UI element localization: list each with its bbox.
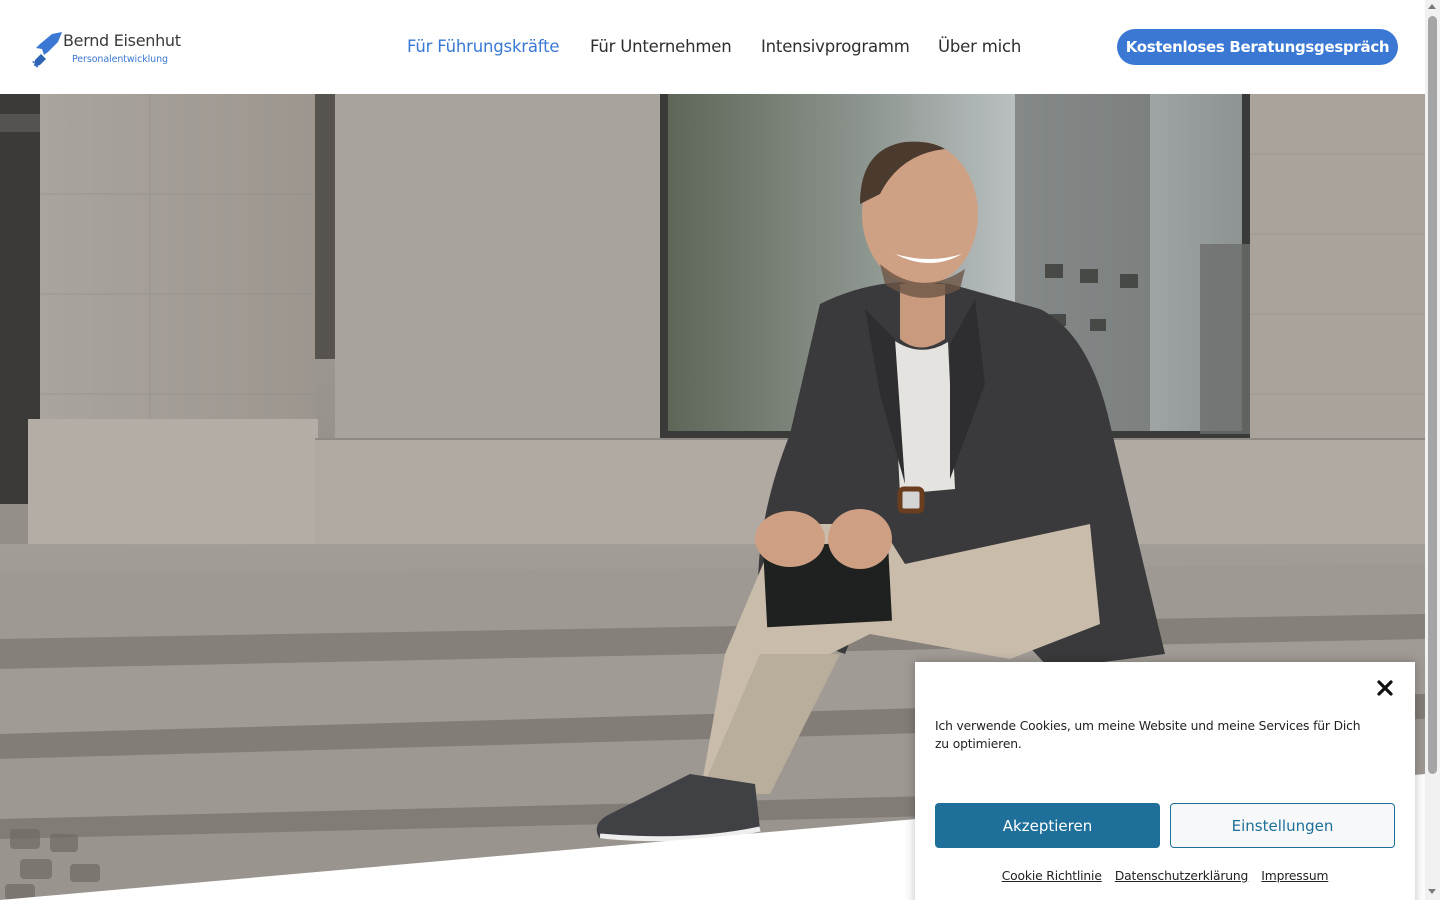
cookie-policy-link[interactable]: Cookie Richtlinie [1002, 869, 1102, 883]
cookie-settings-button[interactable]: Einstellungen [1170, 803, 1395, 848]
scroll-up-arrow-icon[interactable] [1428, 4, 1436, 9]
privacy-policy-link[interactable]: Datenschutzerklärung [1115, 869, 1249, 883]
nav-item-fuer-unternehmen[interactable]: Für Unternehmen [590, 37, 732, 56]
accept-cookies-button[interactable]: Akzeptieren [935, 803, 1160, 848]
close-icon[interactable] [1376, 679, 1394, 697]
nav-item-ueber-mich[interactable]: Über mich [938, 37, 1021, 56]
cookie-message: Ich verwende Cookies, um meine Website u… [935, 719, 1361, 751]
nav-item-fuer-fuehrungskraefte[interactable]: Für Führungskräfte [407, 37, 560, 56]
cookie-links: Cookie Richtlinie Datenschutzerklärung I… [915, 865, 1415, 884]
nav-item-intensivprogramm[interactable]: Intensivprogramm [761, 37, 910, 56]
site-header: Bernd Eisenhut Personalentwicklung Für F… [0, 0, 1425, 94]
scrollbar-thumb[interactable] [1428, 16, 1437, 774]
cookie-consent-banner: Ich verwende Cookies, um meine Website u… [915, 662, 1415, 900]
consultation-cta-button[interactable]: Kostenloses Beratungsgespräch [1117, 29, 1398, 65]
page-scrollbar[interactable] [1425, 0, 1440, 900]
imprint-link[interactable]: Impressum [1261, 869, 1328, 883]
scroll-down-arrow-icon[interactable] [1428, 889, 1436, 894]
